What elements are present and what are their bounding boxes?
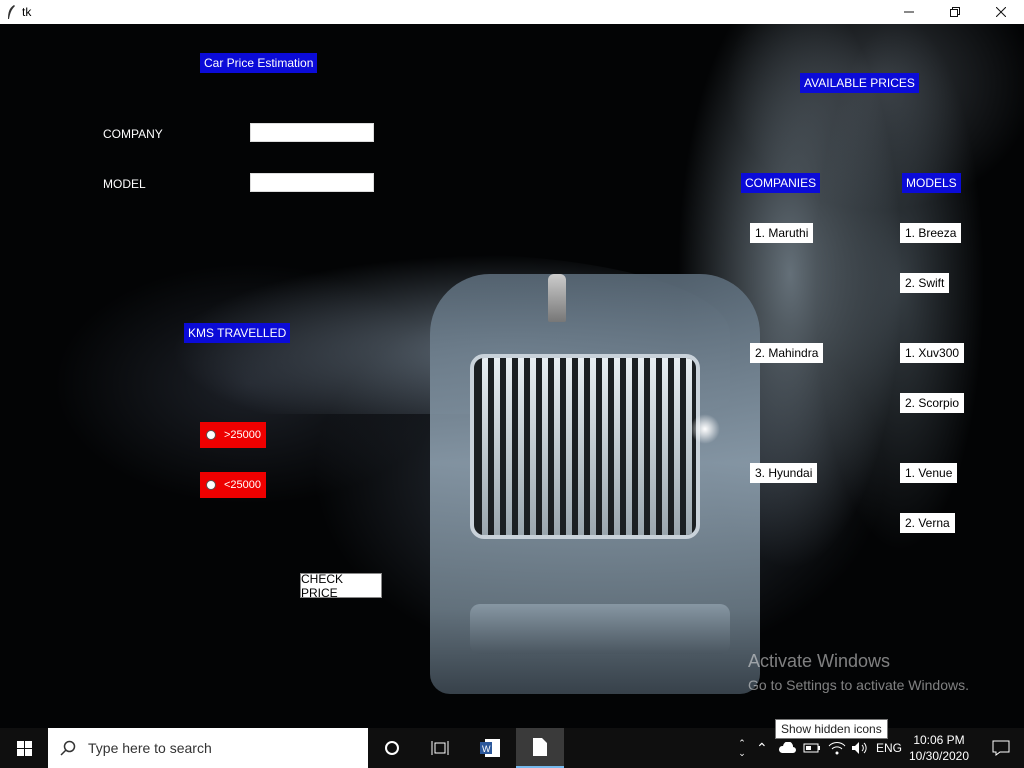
kms-travelled-label: KMS TRAVELLED (184, 323, 291, 343)
taskbar-clock[interactable]: 10:06 PM 10/30/2020 (908, 732, 970, 764)
grille-bar (590, 358, 596, 535)
radio-label: <25000 (224, 479, 262, 491)
grille-bar (554, 358, 560, 535)
word-icon: W (480, 739, 500, 757)
chevron-up-icon: ⌃ (756, 739, 768, 756)
grille-bar (530, 358, 536, 535)
minimize-button[interactable] (886, 0, 932, 24)
company-label: COMPANY (103, 127, 163, 141)
grille-bar (626, 358, 632, 535)
model-item: 1. Breeza (900, 223, 962, 243)
chevron-down-icon: ⌄ (738, 748, 746, 758)
app-heading: Car Price Estimation (200, 53, 318, 73)
maximize-button[interactable] (932, 0, 978, 24)
cloud-icon (779, 742, 796, 753)
taskbar-search-box[interactable]: Type here to search (48, 728, 368, 768)
action-center-button[interactable] (978, 728, 1024, 768)
model-item: 2. Verna (900, 513, 955, 533)
car-headlight (690, 414, 720, 444)
company-item: 1. Maruthi (750, 223, 814, 243)
search-placeholder: Type here to search (88, 740, 212, 756)
hood-ornament (548, 274, 566, 322)
model-input[interactable] (250, 173, 374, 192)
grille-bar (686, 358, 692, 535)
search-icon (48, 740, 88, 756)
kms-above-radio[interactable]: >25000 (200, 422, 266, 448)
model-item: 1. Xuv300 (900, 343, 965, 363)
clock-date: 10/30/2020 (908, 749, 970, 763)
activate-windows-subtitle: Go to Settings to activate Windows. (748, 677, 969, 693)
grille-bar (518, 358, 524, 535)
word-app-button[interactable]: W (466, 728, 514, 768)
car-grille (470, 354, 700, 539)
notification-icon (992, 740, 1010, 756)
show-hidden-icons-button[interactable]: ⌃ (756, 728, 768, 768)
car-bumper (470, 604, 730, 654)
company-item: 3. Hyundai (750, 463, 818, 483)
restore-icon (950, 7, 960, 17)
grille-bar (494, 358, 500, 535)
show-hidden-icons-tooltip: Show hidden icons (775, 719, 888, 739)
grille-bar (506, 358, 512, 535)
grille-bar (482, 358, 488, 535)
available-prices-label: AVAILABLE PRICES (800, 73, 919, 93)
grille-bar (638, 358, 644, 535)
model-item: 2. Scorpio (900, 393, 965, 413)
grille-bar (542, 358, 548, 535)
radio-indicator (206, 480, 216, 490)
kms-below-radio[interactable]: <25000 (200, 472, 266, 498)
radio-label: >25000 (224, 429, 262, 441)
radio-indicator (206, 430, 216, 440)
active-app-button[interactable] (516, 728, 564, 768)
activate-windows-title: Activate Windows (748, 651, 891, 671)
window-title: tk (22, 5, 32, 19)
windows-logo-icon (16, 740, 32, 756)
grille-bar (602, 358, 608, 535)
speaker-icon (852, 742, 867, 754)
minimize-icon (904, 11, 914, 13)
close-icon (996, 7, 1006, 17)
app-canvas: Car Price Estimation COMPANY MODEL KMS T… (0, 24, 1024, 728)
model-item: 1. Venue (900, 463, 958, 483)
task-view-button[interactable] (416, 728, 464, 768)
companies-header: COMPANIES (741, 173, 821, 193)
document-icon (533, 738, 547, 756)
tk-feather-icon (8, 5, 15, 19)
wifi-icon (828, 742, 846, 755)
grille-bar (650, 358, 656, 535)
grille-bar (674, 358, 680, 535)
grille-bar (578, 358, 584, 535)
start-button[interactable] (0, 728, 48, 768)
models-header: MODELS (902, 173, 961, 193)
close-button[interactable] (978, 0, 1024, 24)
svg-text:W: W (482, 744, 491, 754)
check-price-button[interactable]: CHECK PRICE (300, 572, 382, 600)
cortana-circle-icon (385, 741, 399, 755)
chevron-up-icon: ⌃ (738, 738, 746, 748)
model-item: 2. Swift (900, 273, 950, 293)
model-label: MODEL (103, 177, 146, 191)
title-bar: tk (0, 0, 1024, 24)
grille-bar (662, 358, 668, 535)
company-item: 2. Mahindra (750, 343, 824, 363)
scroll-chevrons[interactable]: ⌃ ⌄ (734, 728, 750, 768)
task-view-icon (431, 741, 449, 755)
company-input[interactable] (250, 123, 374, 142)
grille-bar (566, 358, 572, 535)
battery-icon (803, 743, 820, 753)
grille-bar (614, 358, 620, 535)
cortana-button[interactable] (368, 728, 416, 768)
clock-time: 10:06 PM (913, 733, 965, 747)
